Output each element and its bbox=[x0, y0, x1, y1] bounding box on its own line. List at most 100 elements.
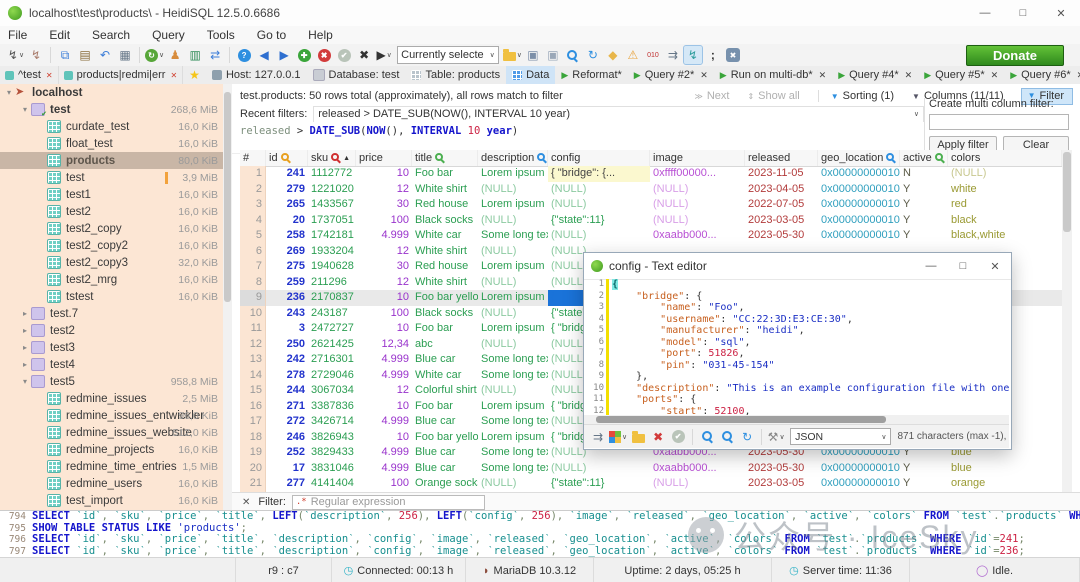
grid-cell[interactable]: 243 bbox=[266, 306, 308, 322]
zoom-reset-icon[interactable]: ↻ bbox=[738, 428, 756, 446]
editor-hscrollbar-thumb[interactable] bbox=[596, 416, 886, 423]
column-header-description[interactable]: description bbox=[478, 150, 548, 166]
expand-arrow-icon[interactable]: ▾ bbox=[4, 88, 14, 97]
grid-cell[interactable]: 4.999 bbox=[356, 352, 412, 368]
grid-cell[interactable]: Colorful shirt bbox=[412, 383, 478, 399]
grid-cell[interactable]: 2472727 bbox=[308, 321, 356, 337]
grid-cell[interactable]: 14 bbox=[240, 368, 266, 384]
grid-cell[interactable]: 252 bbox=[266, 445, 308, 461]
tab-database-test[interactable]: Database: test bbox=[307, 66, 406, 84]
stop-icon[interactable]: ✖ bbox=[724, 46, 742, 64]
grid-cell[interactable]: 4.999 bbox=[356, 445, 412, 461]
grid-cell[interactable]: (NULL) bbox=[478, 182, 548, 198]
grid-cell[interactable]: 10 bbox=[356, 321, 412, 337]
grid-cell[interactable]: 1940628 bbox=[308, 259, 356, 275]
column-header-num[interactable]: # bbox=[240, 150, 266, 166]
delete-row-icon[interactable]: ✖ bbox=[315, 46, 333, 64]
expand-arrow-icon[interactable]: ▸ bbox=[20, 326, 30, 335]
menu-tools[interactable]: Tools bbox=[207, 28, 235, 42]
grid-cell[interactable]: White car bbox=[412, 368, 478, 384]
clear-icon[interactable]: ✖ bbox=[649, 428, 667, 446]
tab-query-6-[interactable]: ▶Query #6*✕ bbox=[1004, 66, 1080, 84]
column-header-id[interactable]: id bbox=[266, 150, 308, 166]
grid-cell[interactable]: N bbox=[900, 166, 948, 182]
grid-cell[interactable]: 3426714 bbox=[308, 414, 356, 430]
close-icon[interactable]: ✕ bbox=[46, 71, 53, 80]
grid-cell[interactable]: Some long text bbox=[478, 445, 548, 461]
grid-cell[interactable]: 265 bbox=[266, 197, 308, 213]
close-icon[interactable]: ✕ bbox=[170, 71, 177, 80]
expand-arrow-icon[interactable]: ▾ bbox=[20, 105, 30, 114]
grid-cell[interactable]: Y bbox=[900, 228, 948, 244]
grid-cell[interactable]: 2023-03-05 bbox=[745, 476, 818, 492]
grid-cell[interactable]: 0x00000000010... bbox=[818, 213, 900, 229]
expand-arrow-icon[interactable]: ▸ bbox=[20, 360, 30, 369]
dialog-title-bar[interactable]: config - Text editor —□✕ bbox=[584, 253, 1011, 280]
grid-cell[interactable]: 18 bbox=[240, 430, 266, 446]
grid-cell[interactable]: Blue car bbox=[412, 461, 478, 477]
grid-cell[interactable]: white bbox=[948, 182, 1062, 198]
menu-help[interactable]: Help bbox=[308, 28, 333, 42]
grid-cell[interactable]: (NULL) bbox=[948, 166, 1062, 182]
grid-cell[interactable]: 2729046 bbox=[308, 368, 356, 384]
execute-sql-icon[interactable]: ▶∨ bbox=[375, 46, 393, 64]
grid-cell[interactable]: 3 bbox=[240, 197, 266, 213]
tree-item-redmine-issues[interactable]: redmine_issues2,5 MiB bbox=[0, 390, 232, 407]
grid-cell[interactable]: 12 bbox=[356, 244, 412, 260]
grid-cell[interactable]: Red house bbox=[412, 259, 478, 275]
grid-cell[interactable]: Blue car bbox=[412, 414, 478, 430]
grid-cell[interactable]: Foo bar yellow bbox=[412, 430, 478, 446]
color-format-icon[interactable]: ∨ bbox=[609, 428, 627, 446]
close-icon[interactable]: ✕ bbox=[700, 70, 708, 81]
menu-go-to[interactable]: Go to bbox=[257, 28, 286, 42]
table-row[interactable]: 3265143356730Red houseLorem ipsum d...(N… bbox=[240, 197, 1062, 213]
grid-cell[interactable]: 10 bbox=[356, 166, 412, 182]
grid-cell[interactable]: 278 bbox=[266, 368, 308, 384]
delimiter-icon[interactable]: ; bbox=[704, 46, 722, 64]
close-icon[interactable]: ✕ bbox=[819, 70, 827, 81]
grid-cell[interactable]: 12 bbox=[356, 275, 412, 291]
grid-cell[interactable]: Lorem ipsum d... bbox=[478, 197, 548, 213]
grid-cell[interactable]: 10 bbox=[356, 290, 412, 306]
grid-cell[interactable]: (NULL) bbox=[548, 182, 650, 198]
tree-item-test3[interactable]: ▸test3 bbox=[0, 339, 232, 356]
grid-cell[interactable]: 1433567 bbox=[308, 197, 356, 213]
grid-cell[interactable]: (NULL) bbox=[548, 461, 650, 477]
grid-cell[interactable]: Foo bar yellow bbox=[412, 290, 478, 306]
grid-cell[interactable]: Foo bar bbox=[412, 166, 478, 182]
grid-cell[interactable]: (NULL) bbox=[478, 213, 548, 229]
column-header-released[interactable]: released bbox=[745, 150, 818, 166]
data-sync-icon[interactable]: ⇄ bbox=[206, 46, 224, 64]
grid-cell[interactable]: White shirt bbox=[412, 182, 478, 198]
maximize-button[interactable]: □ bbox=[1004, 1, 1042, 26]
grid-cell[interactable]: 271 bbox=[266, 399, 308, 415]
grid-cell[interactable]: (NULL) bbox=[478, 337, 548, 353]
cancel-editing-icon[interactable]: ✖ bbox=[355, 46, 373, 64]
grid-cell[interactable]: Y bbox=[900, 197, 948, 213]
grid-cell[interactable]: 7 bbox=[240, 259, 266, 275]
tree-item-test2[interactable]: ▸test2 bbox=[0, 322, 232, 339]
expand-arrow-icon[interactable]: ▸ bbox=[20, 309, 30, 318]
grid-cell[interactable]: Lorem ipsum d... bbox=[478, 259, 548, 275]
undo-icon[interactable]: ↶ bbox=[96, 46, 114, 64]
grid-cell[interactable]: Some long text bbox=[478, 352, 548, 368]
grid-cell[interactable]: 1742181 bbox=[308, 228, 356, 244]
grid-cell[interactable]: 17 bbox=[266, 461, 308, 477]
tree-item-test5[interactable]: ▾test5958,8 MiB bbox=[0, 373, 232, 390]
run-target-select[interactable]: Currently selecte∨ bbox=[397, 46, 499, 64]
grid-cell[interactable]: 17 bbox=[240, 414, 266, 430]
grid-cell[interactable]: 3387836 bbox=[308, 399, 356, 415]
grid-cell[interactable]: Lorem ipsum d... bbox=[478, 290, 548, 306]
tree-item-redmine-time-entries[interactable]: redmine_time_entries1,5 MiB bbox=[0, 458, 232, 475]
tree-item-tstest[interactable]: tstest16,0 KiB bbox=[0, 288, 232, 305]
connect-icon[interactable]: ↯∨ bbox=[7, 46, 25, 64]
grid-cell[interactable]: (NULL) bbox=[650, 182, 745, 198]
grid-cell[interactable]: 12,34 bbox=[356, 337, 412, 353]
grid-cell[interactable]: Some long text bbox=[478, 368, 548, 384]
column-header-geo_location[interactable]: geo_location bbox=[818, 150, 900, 166]
grid-cell[interactable]: 2023-03-05 bbox=[745, 213, 818, 229]
grid-cell[interactable]: 6 bbox=[240, 244, 266, 260]
grid-cell[interactable]: (NULL) bbox=[478, 244, 548, 260]
tab-query-2-[interactable]: ▶Query #2*✕ bbox=[628, 66, 714, 84]
session-tab[interactable]: ^test✕ bbox=[0, 66, 59, 84]
